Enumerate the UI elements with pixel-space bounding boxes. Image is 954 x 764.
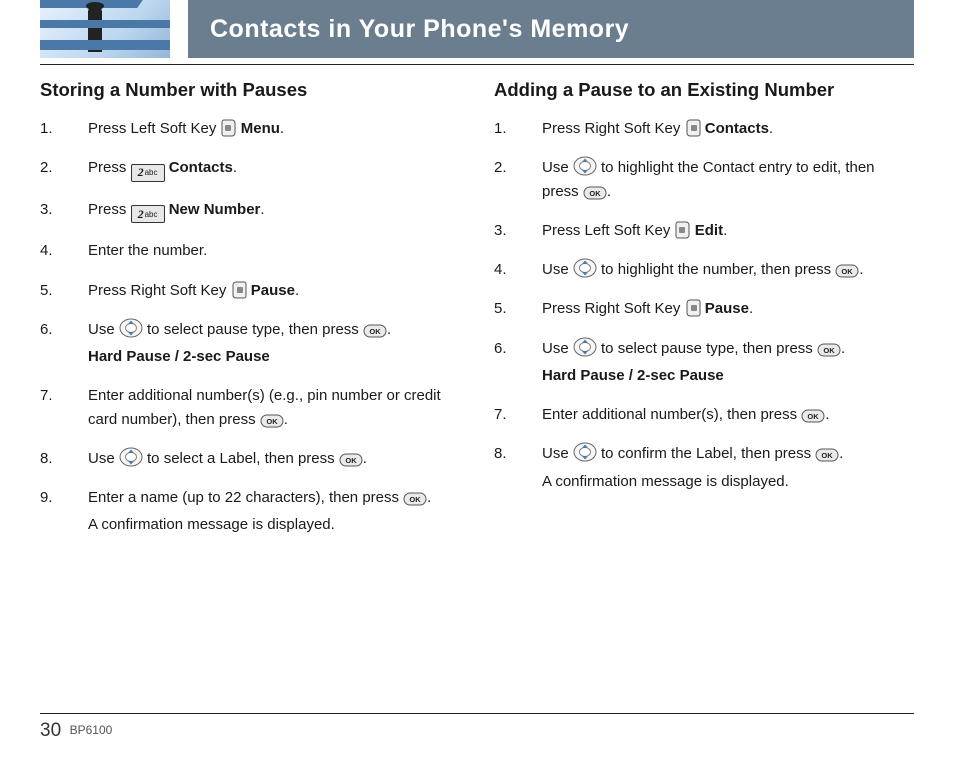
step-item: Press Right Soft Key Pause.	[40, 279, 460, 302]
nav-updown-icon	[119, 447, 143, 467]
nav-updown-icon	[573, 337, 597, 357]
page-footer: 30 BP6100	[40, 713, 914, 742]
left-column: Storing a Number with Pauses Press Left …	[40, 79, 460, 553]
svg-text:OK: OK	[369, 327, 381, 336]
step-item: Use to confirm the Label, then press OK.…	[494, 442, 914, 493]
ok-key-icon: OK	[583, 184, 607, 198]
steps-list-left: Press Left Soft Key Menu. Press 2abc Cont…	[40, 117, 460, 537]
svg-text:OK: OK	[345, 456, 357, 465]
left-softkey-icon	[675, 221, 691, 239]
step-keyword: Menu	[241, 120, 280, 137]
manual-page: Contacts in Your Phone's Memory Storing …	[0, 0, 954, 764]
step-keyword: Pause	[251, 282, 295, 299]
step-keyword: Pause	[705, 300, 749, 317]
step-item: Press Right Soft Key Pause.	[494, 297, 914, 320]
nav-updown-icon	[119, 318, 143, 338]
ok-key-icon: OK	[815, 446, 839, 460]
model-number: BP6100	[70, 723, 113, 737]
svg-text:OK: OK	[266, 417, 278, 426]
content-columns: Storing a Number with Pauses Press Left …	[40, 79, 914, 553]
keypad-2abc-icon: 2abc	[131, 164, 165, 182]
svg-text:OK: OK	[589, 189, 601, 198]
title-bar: Contacts in Your Phone's Memory	[188, 0, 914, 58]
section-heading-right: Adding a Pause to an Existing Number	[494, 79, 914, 101]
svg-text:OK: OK	[822, 451, 834, 460]
step-keyword: New Number	[169, 201, 261, 218]
svg-text:OK: OK	[410, 495, 422, 504]
step-keyword: Edit	[695, 222, 723, 239]
ok-key-icon: OK	[339, 451, 363, 465]
nav-updown-icon	[573, 442, 597, 462]
svg-text:OK: OK	[808, 412, 820, 421]
ok-key-icon: OK	[801, 407, 825, 421]
keypad-2abc-icon: 2abc	[131, 205, 165, 223]
nav-updown-icon	[573, 258, 597, 278]
right-softkey-icon	[231, 281, 247, 299]
right-softkey-icon	[685, 299, 701, 317]
step-item: Press 2abc New Number.	[40, 198, 460, 224]
divider-top	[40, 64, 914, 65]
step-item: Enter additional number(s), then press O…	[494, 403, 914, 426]
step-item: Enter the number.	[40, 239, 460, 262]
nav-updown-icon	[573, 156, 597, 176]
section-heading-left: Storing a Number with Pauses	[40, 79, 460, 101]
step-item: Enter a name (up to 22 characters), then…	[40, 486, 460, 537]
page-number: 30	[40, 720, 61, 741]
step-item: Use to select pause type, then press OK.…	[40, 318, 460, 369]
page-title: Contacts in Your Phone's Memory	[210, 15, 629, 44]
step-item: Enter additional number(s) (e.g., pin nu…	[40, 384, 460, 431]
page-header: Contacts in Your Phone's Memory	[40, 0, 914, 58]
header-illustration	[40, 0, 170, 58]
divider-bottom	[40, 713, 914, 714]
svg-text:OK: OK	[842, 267, 854, 276]
ok-key-icon: OK	[363, 322, 387, 336]
step-item: Use to highlight the Contact entry to ed…	[494, 156, 914, 203]
step-item: Press 2abc Contacts.	[40, 156, 460, 182]
step-subnote: A confirmation message is displayed.	[542, 470, 914, 493]
step-subnote: Hard Pause / 2-sec Pause	[542, 364, 914, 387]
svg-text:OK: OK	[823, 346, 835, 355]
step-keyword: Contacts	[705, 120, 769, 137]
steps-list-right: Press Right Soft Key Contacts. Use to hig…	[494, 117, 914, 493]
ok-key-icon: OK	[817, 341, 841, 355]
step-keyword: Contacts	[169, 159, 233, 176]
ok-key-icon: OK	[260, 412, 284, 426]
step-item: Press Left Soft Key Edit.	[494, 219, 914, 242]
step-subnote: Hard Pause / 2-sec Pause	[88, 345, 460, 368]
ok-key-icon: OK	[835, 262, 859, 276]
step-subnote: A confirmation message is displayed.	[88, 513, 460, 536]
step-item: Press Left Soft Key Menu.	[40, 117, 460, 140]
left-softkey-icon	[221, 119, 237, 137]
right-column: Adding a Pause to an Existing Number Pre…	[494, 79, 914, 553]
step-item: Use to highlight the number, then press …	[494, 258, 914, 281]
right-softkey-icon	[685, 119, 701, 137]
ok-key-icon: OK	[403, 490, 427, 504]
step-item: Use to select pause type, then press OK.…	[494, 337, 914, 388]
step-item: Press Right Soft Key Contacts.	[494, 117, 914, 140]
step-item: Use to select a Label, then press OK.	[40, 447, 460, 470]
